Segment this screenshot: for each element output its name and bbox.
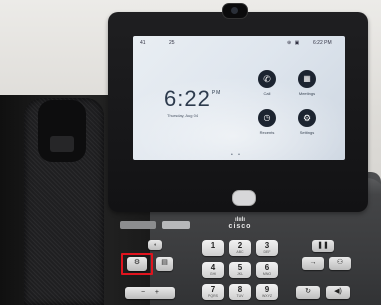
phone-icon: ✆ — [263, 74, 271, 84]
volume-plus-icon: + — [154, 289, 159, 296]
handset-earpiece — [38, 100, 86, 162]
arrow-right-icon: → — [309, 259, 317, 266]
app-label: Meetings — [298, 91, 316, 96]
app-settings[interactable]: ⚙ Settings — [289, 109, 325, 135]
calendar-icon: ▦ — [303, 74, 311, 83]
speaker-icon: ◀) — [334, 288, 342, 295]
app-label: Call — [263, 91, 271, 96]
speaker-key[interactable]: ◀) — [326, 286, 350, 299]
app-label: Settings — [299, 130, 315, 135]
keypad-key-4[interactable]: 4 GHI — [202, 262, 224, 278]
pause-icon: ❚❚ — [317, 242, 329, 249]
label-strip-left — [120, 221, 156, 229]
status-bar: 41 25 ⊕ ▣ 6:22 PM — [133, 36, 345, 48]
keypad-key-6[interactable]: 6 MNO — [256, 262, 278, 278]
hold-key[interactable]: ❚❚ — [312, 240, 334, 252]
app-label: Recents — [259, 130, 275, 135]
status-time: 6:22 PM — [313, 40, 332, 46]
page-indicator: • • — [231, 152, 242, 158]
app-meetings[interactable]: ▦ Meetings — [289, 70, 325, 96]
clock-icon: ◷ — [263, 113, 271, 122]
home-button[interactable] — [232, 190, 256, 206]
redial-icon: ↻ — [305, 288, 311, 295]
home-date: Thursday, Aug 04 — [167, 113, 199, 118]
line-extension: 41 — [140, 40, 146, 46]
keypad-key-1[interactable]: 1 — [202, 240, 224, 256]
keypad-key-8[interactable]: 8 TUV — [229, 284, 251, 300]
hookswitch[interactable] — [50, 136, 74, 152]
line-number: 25 — [169, 40, 175, 46]
headset-button[interactable]: ◖ — [148, 240, 162, 250]
conference-icon: ⚇ — [336, 259, 344, 266]
label-strip-right — [162, 221, 190, 229]
home-clock: 6:22PM — [164, 86, 221, 112]
contacts-key[interactable]: ▤ — [156, 257, 173, 271]
conference-key[interactable]: ⚇ — [329, 257, 351, 270]
volume-minus-icon: − — [141, 289, 146, 296]
volume-rocker[interactable]: − + — [125, 287, 175, 299]
touch-screen[interactable]: 41 25 ⊕ ▣ 6:22 PM 6:22PM Thursday, Aug 0… — [133, 36, 345, 160]
gear-icon: ⚙ — [302, 113, 312, 123]
keypad-key-2[interactable]: 2 ABC — [229, 240, 251, 256]
app-recents[interactable]: ◷ Recents — [249, 109, 285, 135]
status-icons: ⊕ ▣ — [287, 40, 301, 46]
desk-phone-photo: 41 25 ⊕ ▣ 6:22 PM 6:22PM Thursday, Aug 0… — [0, 0, 381, 305]
keypad-key-5[interactable]: 5 JKL — [229, 262, 251, 278]
camera-icon — [222, 3, 248, 19]
contacts-icon: ▤ — [161, 259, 168, 266]
keypad-key-7[interactable]: 7 PQRS — [202, 284, 224, 300]
settings-key-highlight — [121, 253, 153, 275]
brand-name: cisco — [228, 223, 252, 230]
transfer-key[interactable]: → — [302, 257, 324, 270]
clock-time: 6:22 — [164, 86, 211, 111]
cisco-logo: ılıılı cisco — [225, 217, 255, 230]
clock-ampm: PM — [211, 90, 222, 96]
keypad-key-3[interactable]: 3 DEF — [256, 240, 278, 256]
redial-key[interactable]: ↻ — [296, 286, 320, 299]
keypad-key-9[interactable]: 9 WXYZ — [256, 284, 278, 300]
app-call[interactable]: ✆ Call — [249, 70, 285, 96]
